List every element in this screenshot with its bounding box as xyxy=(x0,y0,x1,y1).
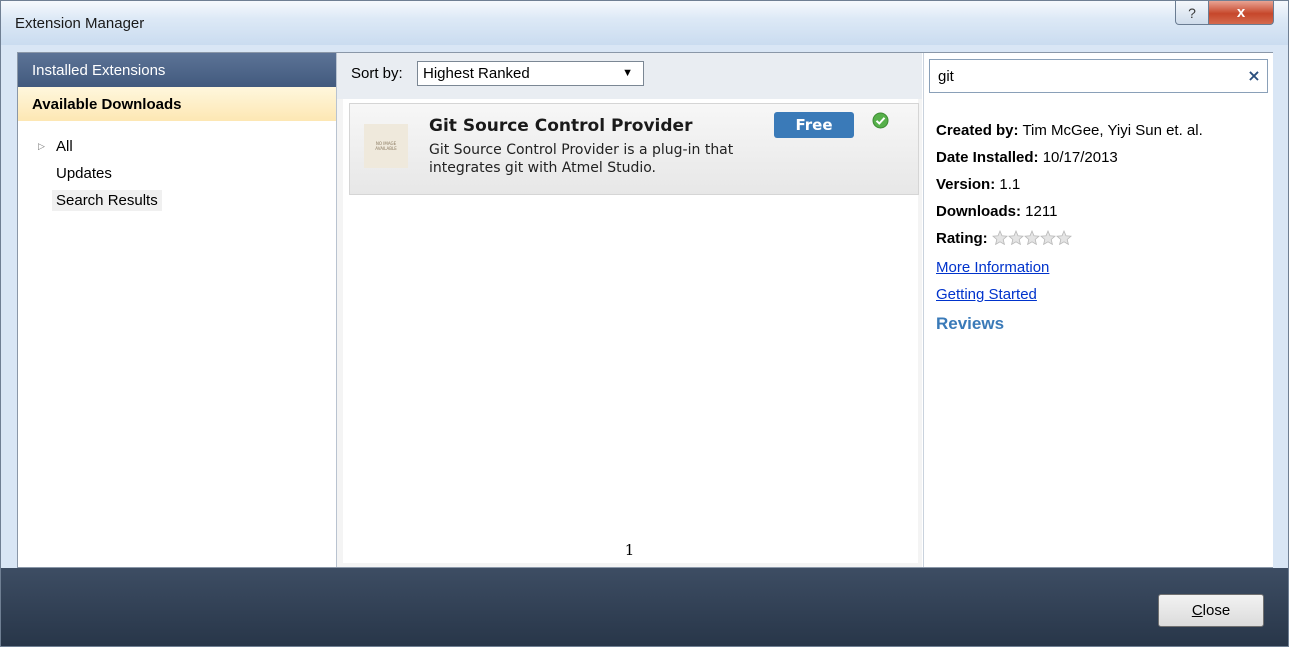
star-icon xyxy=(1039,229,1056,246)
close-label: lose xyxy=(1202,602,1231,619)
downloads-row: Downloads: 1211 xyxy=(936,198,1203,225)
created-by-label: Created by: xyxy=(936,122,1019,139)
star-icon xyxy=(1055,229,1072,246)
help-button[interactable]: ? xyxy=(1175,1,1209,25)
created-by-value: Tim McGee, Yiyi Sun et. al. xyxy=(1022,122,1203,139)
extension-details: Created by: Tim McGee, Yiyi Sun et. al. … xyxy=(936,117,1203,337)
sort-selected-value: Highest Ranked xyxy=(423,65,530,82)
clear-search-icon[interactable]: × xyxy=(1244,66,1264,86)
search-input[interactable] xyxy=(934,64,1242,88)
close-icon: x xyxy=(1236,4,1246,21)
date-installed-label: Date Installed: xyxy=(936,149,1039,166)
downloads-label: Downloads: xyxy=(936,203,1021,220)
version-row: Version: 1.1 xyxy=(936,171,1203,198)
extension-manager-window: Extension Manager ? x Installed Extensio… xyxy=(0,0,1289,647)
tree-item-search-results[interactable]: Search Results xyxy=(34,187,162,214)
rating-row: Rating: xyxy=(936,225,1203,254)
result-description: Git Source Control Provider is a plug-in… xyxy=(429,142,734,176)
getting-started-link[interactable]: Getting Started xyxy=(936,286,1037,303)
reviews-link[interactable]: Reviews xyxy=(936,310,1203,337)
result-item[interactable]: NO IMAGE AVAILABLE Git Source Control Pro… xyxy=(349,103,919,195)
window-title: Extension Manager xyxy=(15,15,145,32)
version-value: 1.1 xyxy=(999,176,1021,193)
close-button[interactable]: Close xyxy=(1158,594,1264,627)
date-installed-value: 10/17/2013 xyxy=(1042,149,1118,166)
rating-stars xyxy=(991,227,1072,254)
results-list: NO IMAGE AVAILABLE Git Source Control Pro… xyxy=(343,99,919,563)
title-bar[interactable]: Extension Manager ? x xyxy=(1,1,1288,45)
more-information-link[interactable]: More Information xyxy=(936,259,1049,276)
tab-installed-extensions[interactable]: Installed Extensions xyxy=(18,53,336,87)
tree-item-all[interactable]: ▷ All xyxy=(34,133,162,160)
rating-label: Rating: xyxy=(936,230,988,247)
details-pane: × Created by: Tim McGee, Yiyi Sun et. al… xyxy=(923,53,1273,567)
sidebar: Installed Extensions Available Downloads… xyxy=(18,53,337,567)
date-installed-row: Date Installed: 10/17/2013 xyxy=(936,144,1203,171)
category-tree: ▷ All Updates Search Results xyxy=(34,133,162,214)
tree-item-label: Updates xyxy=(56,165,112,182)
sort-dropdown[interactable]: Highest Ranked ▼ xyxy=(417,61,644,86)
sort-bar: Sort by: Highest Ranked ▼ xyxy=(337,53,922,99)
extension-thumbnail: NO IMAGE AVAILABLE xyxy=(364,124,408,168)
free-badge[interactable]: Free xyxy=(774,112,854,138)
result-title: Git Source Control Provider xyxy=(429,116,693,136)
expand-arrow-icon[interactable]: ▷ xyxy=(38,133,45,160)
star-icon xyxy=(1007,229,1024,246)
search-box[interactable]: × xyxy=(929,59,1268,93)
page-number[interactable]: 1 xyxy=(337,541,922,559)
results-pane: Sort by: Highest Ranked ▼ NO IMAGE AVAILA… xyxy=(337,53,922,567)
sort-label: Sort by: xyxy=(351,65,403,82)
close-mnemonic: C xyxy=(1191,602,1203,619)
content-area: Installed Extensions Available Downloads… xyxy=(17,52,1273,568)
installed-check-icon xyxy=(872,112,889,129)
footer-bar xyxy=(1,568,1288,646)
downloads-value: 1211 xyxy=(1025,203,1058,220)
window-close-button[interactable]: x xyxy=(1208,1,1274,25)
tree-item-label: All xyxy=(56,138,73,155)
tree-item-label: Search Results xyxy=(52,190,162,211)
star-icon xyxy=(991,229,1008,246)
tab-available-downloads[interactable]: Available Downloads xyxy=(18,87,336,121)
tree-item-updates[interactable]: Updates xyxy=(34,160,162,187)
star-icon xyxy=(1023,229,1040,246)
help-icon: ? xyxy=(1188,4,1196,21)
created-by-row: Created by: Tim McGee, Yiyi Sun et. al. xyxy=(936,117,1203,144)
dropdown-arrow-icon: ▼ xyxy=(622,67,633,79)
version-label: Version: xyxy=(936,176,996,193)
